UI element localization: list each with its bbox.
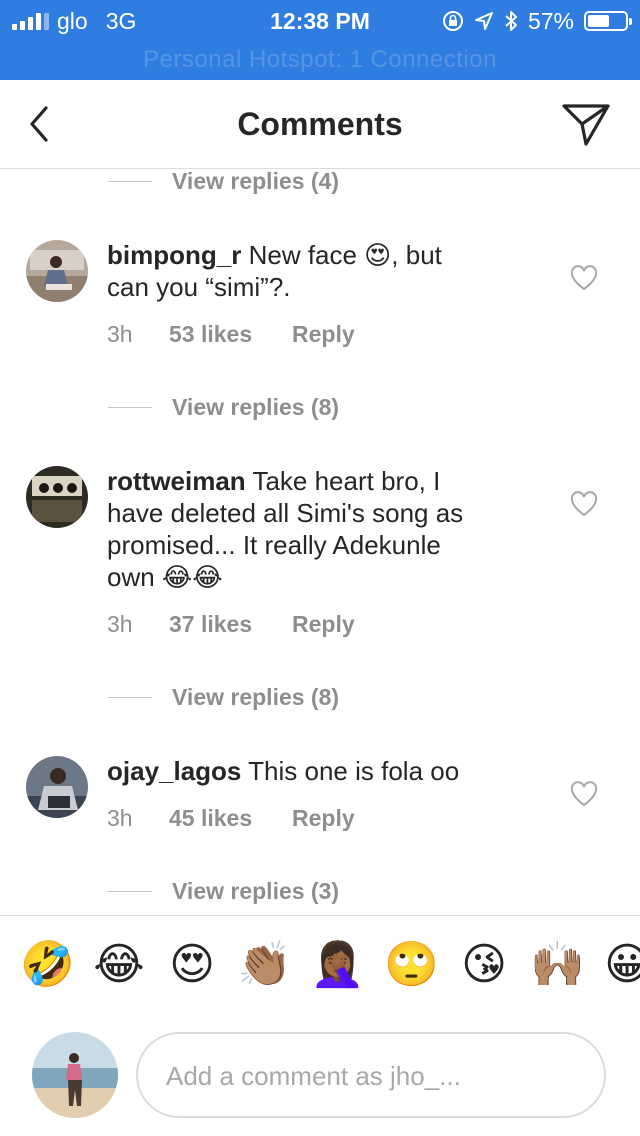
comment-input[interactable] <box>164 1034 588 1118</box>
avatar[interactable] <box>26 240 88 302</box>
like-button[interactable] <box>570 265 598 291</box>
emoji-heart-eyes[interactable]: 😍 <box>165 938 219 992</box>
comment-time: 3h <box>107 611 133 637</box>
emoji-eye-roll[interactable]: 🙄 <box>384 938 439 992</box>
like-count[interactable]: 53 likes <box>169 321 292 348</box>
view-replies-button[interactable]: View replies (4) <box>108 169 339 196</box>
comment-text: rottweiman Take heart bro, I have delete… <box>107 465 537 593</box>
reply-button[interactable]: Reply <box>292 805 355 832</box>
comment-username[interactable]: bimpong_r <box>107 240 241 270</box>
comment-text: ojay_lagos This one is fola oo <box>107 755 537 787</box>
emoji-quick-bar: 🤣 😂 😍 👏🏽 🤦🏾‍♀️ 🙄 😘 🙌🏽 😀 <box>0 915 640 1016</box>
battery-icon <box>584 11 632 31</box>
view-replies-label: View replies (3) <box>172 877 340 904</box>
page-title: Comments <box>237 106 403 142</box>
emoji-rofl[interactable]: 🤣 <box>20 938 75 992</box>
emoji-clap[interactable]: 👏🏽 <box>237 938 292 992</box>
view-replies-button[interactable]: View replies (3) <box>108 876 339 906</box>
like-count[interactable]: 37 likes <box>169 611 292 638</box>
like-button[interactable] <box>570 781 598 807</box>
heart-icon <box>570 265 598 291</box>
emoji-raised-hands[interactable]: 🙌🏽 <box>530 938 585 992</box>
view-replies-label: View replies (4) <box>172 169 340 194</box>
status-right: 57% <box>442 7 632 34</box>
current-user-avatar <box>32 1032 118 1118</box>
avatar[interactable] <box>26 466 88 528</box>
divider-line <box>108 180 152 182</box>
battery-level <box>588 15 609 27</box>
comment-username[interactable]: rottweiman <box>107 466 246 496</box>
divider-line <box>108 890 152 892</box>
comment-body-line: have deleted all Simi's song as <box>107 498 464 528</box>
battery-percent: 57% <box>527 7 574 34</box>
reply-button[interactable]: Reply <box>292 611 355 638</box>
reply-button[interactable]: Reply <box>292 321 355 348</box>
comment-body-line: own 😂😂 <box>107 562 223 592</box>
rotation-lock-icon <box>442 11 463 31</box>
comment-body-line: Take heart bro, I <box>252 466 441 496</box>
comment-input-box <box>136 1032 606 1118</box>
paper-plane-icon <box>562 104 610 146</box>
comment-body-line: This one is fola oo <box>248 756 460 786</box>
like-count[interactable]: 45 likes <box>169 805 292 832</box>
comment-composer <box>0 1016 640 1136</box>
comment-body-line: can you “simi”?. <box>107 272 291 302</box>
comment-meta: 3h 45 likes Reply <box>107 805 355 832</box>
view-replies-button[interactable]: View replies (8) <box>108 682 339 712</box>
comment-body-line: New face 😍, but <box>248 240 442 270</box>
heart-icon <box>570 781 598 807</box>
emoji-joy[interactable]: 😂 <box>92 938 146 992</box>
emoji-facepalm[interactable]: 🤦🏾‍♀️ <box>310 938 365 992</box>
heart-icon <box>570 491 598 517</box>
divider-line <box>108 406 152 408</box>
hotspot-banner[interactable]: Personal Hotspot: 1 Connection <box>0 46 640 74</box>
status-bar: glo 3G 12:38 PM 57% Personal Hotspot: 1 … <box>0 0 640 80</box>
comment-username[interactable]: ojay_lagos <box>107 756 241 786</box>
view-replies-button[interactable]: View replies (8) <box>108 392 339 422</box>
comment-body-line: promised... It really Adekunle <box>107 530 441 560</box>
comment-time: 3h <box>107 321 133 347</box>
comment-list[interactable]: View replies (4) bimpong_r New face 😍, b… <box>0 169 640 915</box>
comment-meta: 3h 53 likes Reply <box>107 321 355 348</box>
emoji-kiss[interactable]: 😘 <box>457 938 511 992</box>
location-icon <box>474 12 493 30</box>
like-button[interactable] <box>570 491 598 517</box>
comment-meta: 3h 37 likes Reply <box>107 611 355 638</box>
nav-header: Comments <box>0 80 640 169</box>
view-replies-label: View replies (8) <box>172 393 340 420</box>
avatar[interactable] <box>26 756 88 818</box>
share-button[interactable] <box>560 100 612 148</box>
comment-time: 3h <box>107 805 133 831</box>
view-replies-label: View replies (8) <box>172 683 340 710</box>
emoji-grin[interactable]: 😀 <box>600 938 640 992</box>
bluetooth-icon <box>505 11 517 31</box>
divider-line <box>108 696 152 698</box>
comment-text: bimpong_r New face 😍, but can you “simi”… <box>107 239 537 303</box>
